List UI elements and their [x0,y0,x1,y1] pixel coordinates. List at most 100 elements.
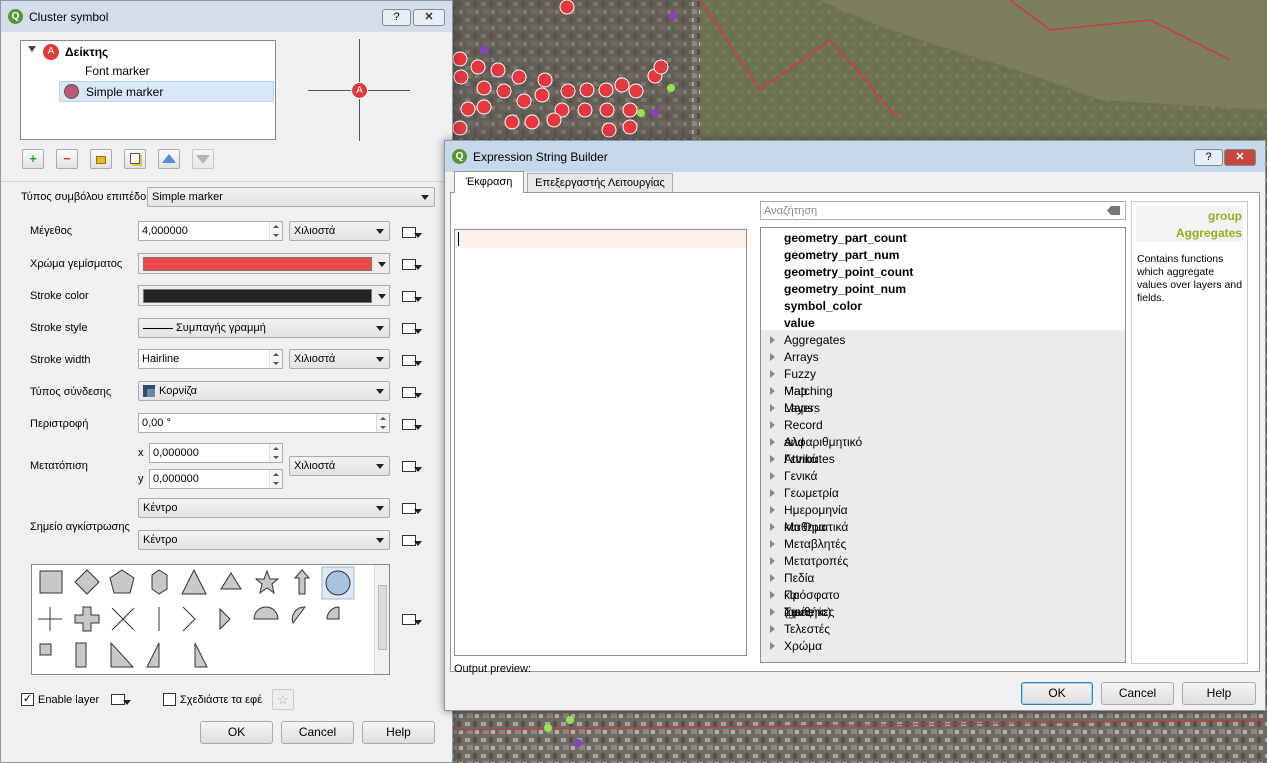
data-defined-override-icon[interactable] [109,691,131,707]
tab-expression[interactable]: Έκφραση [454,171,524,193]
function-group-item[interactable]: Aggregates [784,332,845,349]
stroke-width-unit-combo[interactable]: Χιλιοστά [289,349,390,369]
expand-arrow-icon[interactable] [770,574,775,582]
title-help-button[interactable]: ? [1194,149,1223,166]
spin-arrows-icon[interactable] [376,414,389,432]
function-group-item[interactable]: Γενικά [784,468,817,485]
shape-grid-scrollbar[interactable] [374,565,389,674]
quarter-circle-shape-icon[interactable] [326,606,340,620]
square-shape-icon[interactable] [39,570,63,594]
duplicate-layer-button[interactable] [124,149,146,169]
add-layer-button[interactable]: + [22,149,44,169]
data-defined-override-icon[interactable] [400,611,422,627]
spin-arrows-icon[interactable] [269,444,282,462]
expand-arrow-icon[interactable] [770,370,775,378]
arrowhead-shape-icon[interactable] [182,606,196,632]
expand-arrow-icon[interactable] [770,336,775,344]
cancel-button[interactable]: Cancel [281,721,354,744]
function-group-item[interactable]: Arrays [784,349,819,366]
circle-shape-icon[interactable] [325,570,351,596]
function-item[interactable]: geometry_point_num [784,281,906,298]
function-item[interactable]: geometry_part_count [784,230,907,247]
anchor-vertical-combo[interactable]: Κέντρο [138,530,390,550]
data-defined-override-icon[interactable] [400,458,422,474]
function-group-item[interactable]: Αλφαριθμητικό [784,434,862,451]
function-group-item[interactable]: Χρώμα [784,638,822,655]
left-half-triangle-shape-icon[interactable] [146,642,160,668]
stroke-color-button[interactable] [138,285,390,306]
expand-arrow-icon[interactable] [770,557,775,565]
x-shape-icon[interactable] [111,607,135,631]
function-group-item[interactable]: Μετατροπές [784,553,848,570]
hexagon-shape-icon[interactable] [151,569,168,595]
function-group-item[interactable]: Μαθηματικά [784,519,848,536]
semicircle-shape-icon[interactable] [253,606,279,620]
tree-item-font-marker[interactable]: Font marker [85,64,150,82]
marker-shape-grid[interactable] [31,564,390,675]
clear-search-icon[interactable] [1107,206,1120,215]
data-defined-override-icon[interactable] [400,320,422,336]
expand-arrow-icon[interactable] [770,353,775,361]
triangle-shape-icon[interactable] [181,568,207,595]
search-input[interactable]: Αναζήτηση [760,201,1126,220]
data-defined-override-icon[interactable] [400,224,422,240]
function-group-item[interactable]: Fuzzy Matching [784,366,833,398]
function-group-item[interactable]: Πρόσφατο (generic) [784,587,840,619]
title-close-button[interactable]: ✕ [413,9,445,26]
effects-star-button[interactable]: ☆ [272,689,294,710]
expand-arrow-icon[interactable] [770,489,775,497]
ok-button[interactable]: OK [1021,682,1093,705]
title-help-button[interactable]: ? [382,9,411,26]
filled-arrowhead-shape-icon[interactable] [219,607,231,631]
pentagon-shape-icon[interactable] [109,569,135,594]
small-square-shape-icon[interactable] [39,643,52,656]
expand-arrow-icon[interactable] [770,506,775,514]
data-defined-override-icon[interactable] [400,384,422,400]
expand-arrow-icon[interactable] [770,540,775,548]
size-spinbox[interactable]: 4,000000 [138,221,283,241]
stroke-width-spinbox[interactable]: Hairline [138,349,283,369]
shape-options[interactable] [32,565,390,675]
rotation-spinbox[interactable]: 0,00 ° [138,413,390,433]
fill-color-button[interactable] [138,253,390,274]
cross-shape-icon[interactable] [38,607,62,631]
lock-layer-button[interactable] [90,149,112,169]
expand-arrow-icon[interactable] [770,472,775,480]
title-close-button[interactable]: ✕ [1224,149,1256,166]
expand-arrow-icon[interactable] [770,523,775,531]
data-defined-override-icon[interactable] [400,532,422,548]
data-defined-override-icon[interactable] [400,288,422,304]
expand-arrow-icon[interactable] [770,387,775,395]
size-unit-combo[interactable]: Χιλιοστά [289,221,390,241]
expand-arrow-icon[interactable] [770,455,775,463]
data-defined-override-icon[interactable] [400,256,422,272]
enable-layer-checkbox[interactable]: ✓ [21,693,34,706]
anchor-horizontal-combo[interactable]: Κέντρο [138,498,390,518]
function-item[interactable]: geometry_point_count [784,264,913,281]
join-style-combo[interactable]: Κορνίζα [138,381,390,401]
expand-arrow-icon[interactable] [770,608,775,616]
collapse-arrow-icon[interactable] [28,46,36,52]
symbol-layer-type-combo[interactable]: Simple marker [147,187,435,207]
expand-arrow-icon[interactable] [770,421,775,429]
right-half-triangle-shape-icon[interactable] [194,642,208,668]
function-group-item[interactable]: Τελεστές [784,621,830,638]
expand-arrow-icon[interactable] [770,438,775,446]
arrow-shape-icon[interactable] [293,569,311,595]
offset-y-spinbox[interactable]: 0,000000 [149,469,283,489]
stroke-style-combo[interactable]: Συμπαγής γραμμή [138,318,390,338]
spin-arrows-icon[interactable] [269,222,282,240]
symbol-layer-tree[interactable]: A Δείκτης Font marker Simple marker [20,40,276,140]
function-item[interactable]: value [784,315,815,332]
cross-fill-shape-icon[interactable] [74,606,100,632]
help-button[interactable]: Help [1182,682,1256,705]
data-defined-override-icon[interactable] [400,416,422,432]
third-circle-shape-icon[interactable] [291,606,306,625]
expand-arrow-icon[interactable] [770,591,775,599]
offset-unit-combo[interactable]: Χιλιοστά [289,456,390,476]
function-group-item[interactable]: Συνθήκες [784,604,834,621]
remove-layer-button[interactable]: − [56,149,78,169]
rectangle-shape-icon[interactable] [75,642,87,668]
function-group-item[interactable]: Γεωμετρία [784,485,839,502]
data-defined-override-icon[interactable] [400,352,422,368]
